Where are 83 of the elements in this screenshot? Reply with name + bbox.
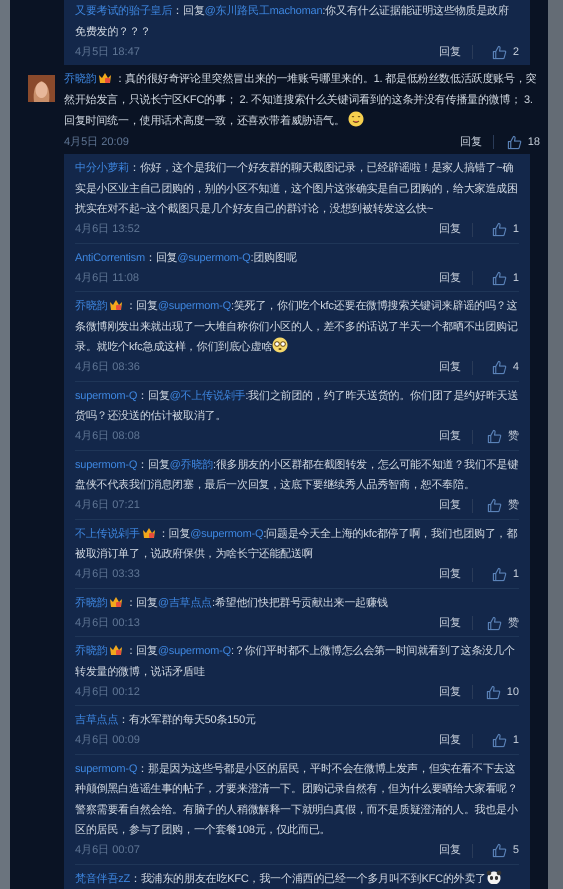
thumbs-up-icon[interactable]	[492, 270, 507, 286]
comment-text: 中分小萝莉：你好，这个是我们一个好友群的聊天截图记录，已经辟谣啦！是家人搞错了~确实是小区业主自己团购的，别的小区不知道，这个图片这张确实是自己团购的，给大家造成困扰实在对不起~这个截图只是几个好友自己的群讨论，没想到被转发这么快~	[75, 160, 519, 217]
like-count: 2	[512, 44, 519, 60]
mention-link[interactable]: @吉草点点	[158, 596, 212, 608]
thumbs-up-icon[interactable]	[492, 733, 507, 748]
reply-link[interactable]: 回复	[439, 428, 472, 445]
comment-text: supermom-Q：那是因为这些号都是小区的居民，平时不会在微博上发声，但实在看不下去这种颠倒黑白造谣生事的帖子，才要来澄清一下。团购记录自然有，但为什么要晒给大家看呢？警察需要看自然会给。有脑子的人稍微解释一下就明白真假，而不是质疑澄清的人。我也是小区的居民，参与了团购，一个套餐108元，仅此而已。	[75, 762, 519, 838]
reply-link[interactable]: 回复	[439, 566, 472, 583]
user-name-link[interactable]: 乔晓韵	[75, 645, 108, 657]
mention-link[interactable]: @supermom-Q	[158, 645, 231, 657]
like-count: 1	[512, 222, 519, 238]
avatar[interactable]	[28, 75, 55, 102]
like-count: 5	[512, 843, 519, 858]
thumbs-up-icon[interactable]	[492, 843, 507, 858]
thumbs-up-icon[interactable]	[487, 498, 502, 513]
user-name-link[interactable]: 梵音伴吾zZ	[75, 872, 130, 884]
comment-text: 吉草点点：有水军群的每天50条150元	[75, 712, 257, 728]
reply-link[interactable]: 回复	[439, 270, 472, 286]
like-count: 18	[528, 134, 540, 150]
comment-text: 乔晓韵 ：回复@supermom-Q:笑死了，你们吃个kfc还要在微博搜索关键词来辟谣的吗？这条微博刚发出来就出现了一大堆自称你们小区的人，差不多的话说了半天一个都晒不出团购记录。就吃个kfc急成这样，你们到底心虚啥	[75, 297, 519, 355]
mention-link[interactable]: @supermom-Q	[190, 528, 264, 540]
comment-text: 不上传说剁手 ：回复@supermom-Q:问题是今天全上海的kfc都停了啊，我们也团购了，都被取消订单了，说政府保供，为啥长宁还能配送啊	[75, 524, 518, 562]
timestamp: 4月6日 00:12	[75, 684, 141, 700]
reply-link[interactable]: 回复	[439, 842, 472, 859]
comment-text: supermom-Q：回复@不上传说剁手:我们之前团的，约了昨天送货的。你们团了是约好昨天送货吗？还没送的估计被取消了。	[75, 388, 519, 424]
thumbs-up-icon[interactable]	[506, 134, 522, 150]
reply-link[interactable]: 回复	[439, 221, 472, 238]
thumbs-up-icon[interactable]	[486, 684, 501, 700]
like-count: 1	[512, 270, 519, 286]
comment-text: 梵音伴吾zZ：我浦东的朋友在吃KFC，我一个浦西的已经一个多月叫不到KFC的外卖了	[75, 868, 519, 889]
like-count: 1	[512, 567, 519, 582]
like-count: 赞	[508, 498, 519, 514]
timestamp: 4月6日 13:52	[75, 222, 141, 238]
reply-link[interactable]: 回复	[439, 732, 472, 749]
thumbs-up-icon[interactable]	[492, 360, 507, 375]
mention-link[interactable]: @不上传说剁手	[170, 390, 246, 402]
like-count: 4	[512, 360, 519, 376]
timestamp: 4月6日 11:08	[75, 270, 140, 286]
comment-text: supermom-Q：回复@乔晓韵:很多朋友的小区群都在截图转发，怎么可能不知道？我们不是键盘侠不代表我们消息闭塞，最后一次回复，这底下要继续秀人品秀智商，恕不奉陪。	[75, 458, 519, 493]
comment-text: 乔晓韵 ：真的很好奇评论里突然冒出来的一堆账号哪里来的。1. 都是低粉丝数低活跃度账号，突然开始发言，只说长宁区KFC的事； 2. 不知道搜索什么关键词看到的这条并没有传播量的微博； 3. 回复时间统一，使用话术高度一致，还喜欢带着威胁语气。	[64, 70, 538, 129]
mention-link[interactable]: @东川路民工machoman	[204, 5, 322, 17]
reply-link[interactable]: 回复	[439, 359, 472, 376]
timestamp: 4月6日 08:08	[75, 429, 141, 444]
reply-link[interactable]: 回复	[439, 497, 472, 514]
comment-text: AntiCorrentism：回复@supermom-Q:团购图呢	[75, 250, 298, 266]
user-name-link[interactable]: supermom-Q	[75, 390, 138, 402]
reply-link[interactable]: 回复	[439, 614, 472, 632]
user-name-link[interactable]: AntiCorrentism	[75, 252, 145, 264]
comment-text: 乔晓韵 ：回复@supermom-Q:？你们平时都不上微博怎么会第一时间就看到了这条没几个转发量的微博，说话矛盾哇	[75, 642, 516, 680]
thumbs-up-icon[interactable]	[492, 44, 507, 60]
like-count: 赞	[508, 616, 519, 631]
comment-text: 乔晓韵 ：回复@吉草点点:希望他们快把群号贡献出来一起赚钱	[75, 594, 389, 610]
timestamp: 4月5日 20:09	[64, 134, 130, 150]
user-name-link[interactable]: 乔晓韵	[75, 596, 108, 608]
reply-link[interactable]: 回复	[439, 684, 472, 700]
user-name-link[interactable]: 吉草点点	[75, 714, 118, 726]
timestamp: 4月6日 07:21	[75, 498, 141, 514]
user-name-link[interactable]: 中分小萝莉	[75, 162, 130, 174]
reply-link[interactable]: 回复	[439, 44, 472, 60]
user-name-link[interactable]: 又要考试的骀子皇后	[75, 5, 172, 17]
timestamp: 4月6日 00:13	[75, 616, 141, 631]
like-count: 10	[506, 684, 519, 700]
thumbs-up-icon[interactable]	[487, 616, 502, 630]
thumbs-up-icon[interactable]	[487, 429, 502, 444]
reply-link[interactable]: 回复	[460, 134, 493, 150]
timestamp: 4月6日 00:07	[75, 843, 141, 858]
timestamp: 4月5日 18:47	[75, 44, 141, 60]
timestamp: 4月6日 03:33	[75, 567, 141, 582]
user-name-link[interactable]: supermom-Q	[75, 458, 138, 470]
user-name-link[interactable]: 乔晓韵	[75, 300, 108, 312]
like-count: 赞	[508, 429, 519, 444]
mention-link[interactable]: @supermom-Q	[177, 252, 251, 264]
mention-link[interactable]: @supermom-Q	[158, 300, 231, 312]
timestamp: 4月6日 08:36	[75, 360, 141, 376]
comment-text: 又要考试的骀子皇后：回复@东川路民工machoman:你又有什么证据能证明这些物质是政府免费发的？？？	[75, 4, 510, 40]
user-name-link[interactable]: 不上传说剁手	[75, 528, 140, 540]
mention-link[interactable]: @乔晓韵	[170, 458, 213, 470]
like-count: 1	[512, 733, 519, 748]
timestamp: 4月6日 00:09	[75, 733, 141, 748]
user-name-link[interactable]: 乔晓韵	[64, 73, 96, 85]
thumbs-up-icon[interactable]	[492, 567, 507, 582]
thumbs-up-icon[interactable]	[492, 222, 507, 237]
user-name-link[interactable]: supermom-Q	[75, 762, 138, 774]
